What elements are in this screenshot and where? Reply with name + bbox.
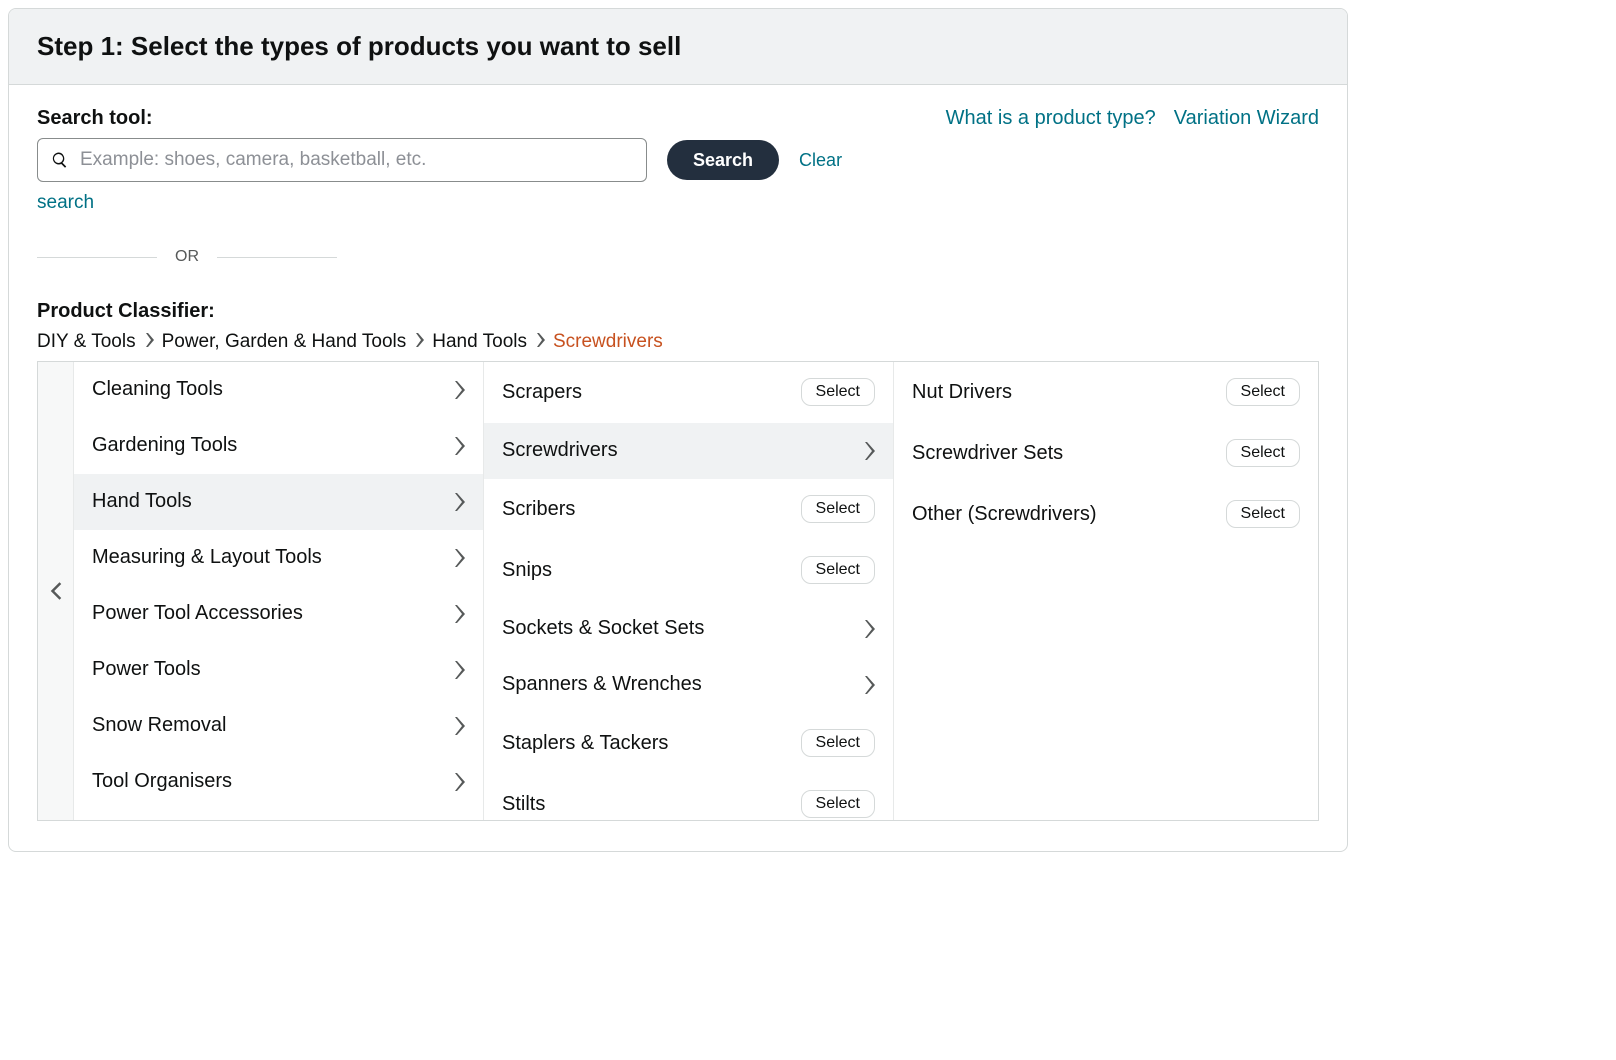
select-button[interactable]: Select [1226, 439, 1300, 467]
classifier-label: Product Classifier: [37, 300, 1319, 323]
classifier-item[interactable]: Nut Drivers Select [894, 362, 1318, 423]
breadcrumb: DIY & Tools Power, Garden & Hand Tools Han… [37, 331, 1319, 353]
classifier-item[interactable]: Snow Removal [74, 698, 483, 754]
classifier-item-label: Sockets & Socket Sets [502, 617, 704, 640]
classifier-item[interactable]: Stilts Select [484, 774, 893, 820]
classifier-item-label: Cleaning Tools [92, 378, 223, 401]
classifier-item-label: Screwdriver Sets [912, 442, 1063, 465]
step-title: Step 1: Select the types of products you… [37, 31, 1319, 62]
chevron-right-icon [863, 620, 875, 638]
classifier-item[interactable]: Power Tool Accessories [74, 586, 483, 642]
classifier-item-label: Stilts [502, 793, 545, 816]
chevron-right-icon [453, 605, 465, 623]
classifier-item[interactable]: Spanners & Wrenches [484, 657, 893, 713]
search-icon [51, 151, 69, 169]
classifier-item-label: Screwdrivers [502, 439, 618, 462]
chevron-right-icon [863, 676, 875, 694]
breadcrumb-item[interactable]: Power, Garden & Hand Tools [162, 331, 407, 353]
classifier-item[interactable]: Cleaning Tools [74, 362, 483, 418]
chevron-right-icon [144, 331, 154, 353]
select-button[interactable]: Select [801, 790, 875, 818]
classifier-item-label: Power Tools [92, 658, 201, 681]
classifier-item-label: Tool Organisers [92, 770, 232, 793]
classifier-item-label: Spanners & Wrenches [502, 673, 702, 696]
step-header: Step 1: Select the types of products you… [9, 9, 1347, 85]
select-button[interactable]: Select [801, 378, 875, 406]
step-container: Step 1: Select the types of products you… [8, 8, 1348, 852]
breadcrumb-item[interactable]: Hand Tools [432, 331, 527, 353]
chevron-right-icon [414, 331, 424, 353]
classifier-item-label: Hand Tools [92, 490, 192, 513]
chevron-right-icon [453, 493, 465, 511]
classifier-item[interactable]: Power Tools [74, 642, 483, 698]
classifier-item[interactable]: Scrapers Select [484, 362, 893, 423]
classifier-item[interactable]: Gardening Tools [74, 418, 483, 474]
chevron-right-icon [453, 437, 465, 455]
classifier-nav-left[interactable] [38, 362, 74, 820]
classifier-column-3: Nut DriversSelectScrewdriver SetsSelectO… [894, 362, 1318, 820]
what-is-product-type-link[interactable]: What is a product type? [946, 107, 1156, 130]
classifier-item-label: Nut Drivers [912, 381, 1012, 404]
select-button[interactable]: Select [801, 495, 875, 523]
breadcrumb-item: Screwdrivers [553, 331, 663, 353]
content-area: Search tool: Search Clear search What is… [9, 85, 1347, 851]
classifier-item[interactable]: Hand Tools [74, 474, 483, 530]
classifier-item[interactable]: Measuring & Layout Tools [74, 530, 483, 586]
classifier-item[interactable]: Screwdrivers [484, 423, 893, 479]
search-label: Search tool: [37, 107, 946, 130]
classifier-item-label: Power Tool Accessories [92, 602, 303, 625]
classifier-column-1: Cleaning Tools Gardening Tools Hand Tools M… [74, 362, 484, 820]
chevron-right-icon [453, 549, 465, 567]
select-button[interactable]: Select [801, 729, 875, 757]
classifier-item[interactable]: Screwdriver Sets Select [894, 423, 1318, 484]
chevron-right-icon [453, 773, 465, 791]
or-divider: OR [37, 248, 337, 266]
search-button[interactable]: Search [667, 140, 779, 180]
chevron-left-icon [49, 580, 63, 602]
chevron-right-icon [535, 331, 545, 353]
classifier-item[interactable]: Sockets & Socket Sets [484, 601, 893, 657]
select-button[interactable]: Select [1226, 378, 1300, 406]
classifier-item[interactable]: Scribers Select [484, 479, 893, 540]
classifier-item-label: Staplers & Tackers [502, 732, 668, 755]
classifier-item[interactable]: Snips Select [484, 540, 893, 601]
classifier-item-label: Scribers [502, 498, 575, 521]
search-input[interactable] [37, 138, 647, 182]
clear-link[interactable]: Clear [799, 150, 842, 171]
variation-wizard-link[interactable]: Variation Wizard [1174, 107, 1319, 130]
chevron-right-icon [453, 381, 465, 399]
classifier-item-label: Snow Removal [92, 714, 227, 737]
chevron-right-icon [453, 661, 465, 679]
breadcrumb-item[interactable]: DIY & Tools [37, 331, 136, 353]
classifier-item-label: Gardening Tools [92, 434, 237, 457]
classifier-item-label: Other (Screwdrivers) [912, 503, 1096, 526]
chevron-right-icon [453, 717, 465, 735]
select-button[interactable]: Select [1226, 500, 1300, 528]
classifier-column-2: Scrapers Select Screwdrivers Scribers Select… [484, 362, 894, 820]
classifier-item[interactable]: Staplers & Tackers Select [484, 713, 893, 774]
classifier-item-label: Snips [502, 559, 552, 582]
classifier-columns: Cleaning Tools Gardening Tools Hand Tools M… [37, 361, 1319, 821]
select-button[interactable]: Select [801, 556, 875, 584]
classifier-item-label: Measuring & Layout Tools [92, 546, 322, 569]
search-below-link[interactable]: search [37, 192, 94, 213]
chevron-right-icon [863, 442, 875, 460]
classifier-item[interactable]: Other (Screwdrivers) Select [894, 484, 1318, 545]
classifier-item[interactable]: Tool Organisers [74, 754, 483, 810]
classifier-item-label: Scrapers [502, 381, 582, 404]
